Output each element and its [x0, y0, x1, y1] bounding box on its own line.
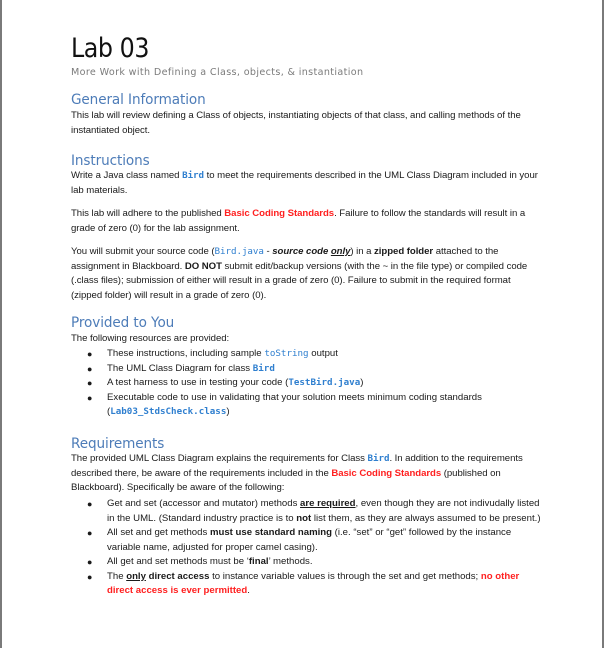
bullet-icon: ● [87, 349, 93, 359]
bullet-icon: ● [87, 392, 93, 403]
text: These instructions, including sample [107, 348, 265, 359]
code-text: Bird [252, 362, 275, 374]
text: You will submit your source code ( [71, 246, 215, 257]
code-filename: Bird.java [214, 246, 264, 257]
text: A test harness to use in testing your co… [107, 377, 289, 388]
coding-standards-link[interactable]: Basic Coding Standards [224, 208, 334, 219]
text: ’ methods. [268, 556, 313, 567]
text: list them, as they are always assumed to… [311, 512, 541, 524]
instructions-paragraph-3: You will submit your source code (Bird.j… [71, 245, 541, 303]
document-subtitle: More Work with Defining a Class, objects… [71, 67, 364, 78]
text: ) [226, 406, 230, 417]
bullet-icon: ● [87, 378, 93, 388]
heading-general-information: General Information [71, 91, 206, 108]
text: Write a Java class named [71, 170, 183, 181]
emphasis: not [296, 512, 312, 524]
list-item: ● These instructions, including sample to… [71, 347, 541, 362]
instructions-paragraph-1: Write a Java class named Bird to meet th… [71, 169, 541, 198]
document-title: Lab 03 [71, 33, 150, 64]
list-item: ● All set and get methods must use standa… [71, 526, 541, 555]
list-item: ● Get and set (accessor and mutator) meth… [71, 497, 541, 526]
text: . [247, 585, 250, 596]
code-text: Lab03_StdsCheck.class [110, 406, 227, 417]
emphasis: zipped folder [374, 246, 434, 257]
bullet-icon: ● [87, 557, 93, 567]
text: - [263, 246, 273, 257]
text: ) in a [350, 246, 375, 257]
emphasis: source code [272, 246, 331, 257]
text: The [107, 570, 127, 582]
list-item: ● The UML Class Diagram for class Bird [71, 362, 541, 377]
provided-list: ● These instructions, including sample to… [71, 347, 541, 420]
emphasis: only [126, 570, 146, 582]
code-class-name: Bird [367, 453, 390, 464]
text: to instance variable values is through t… [209, 570, 481, 582]
document-page: Lab 03 More Work with Defining a Class, … [0, 0, 604, 648]
code-text: TestBird.java [288, 377, 361, 388]
text: All get and set methods must be ‘ [107, 556, 249, 567]
emphasis: only [330, 246, 351, 257]
heading-requirements: Requirements [71, 435, 165, 452]
text: The UML Class Diagram for class [107, 362, 253, 374]
list-item: ● The only direct access to instance vari… [71, 570, 541, 599]
heading-provided-to-you: Provided to You [71, 314, 175, 331]
text: output [308, 348, 338, 359]
emphasis: final [248, 556, 269, 567]
coding-standards-link[interactable]: Basic Coding Standards [331, 468, 441, 479]
emphasis: must use standard naming [209, 527, 333, 538]
bullet-icon: ● [87, 571, 93, 582]
heading-instructions: Instructions [71, 152, 150, 169]
requirements-list: ● Get and set (accessor and mutator) meth… [71, 497, 541, 599]
text: Get and set (accessor and mutator) metho… [107, 498, 301, 509]
bullet-icon: ● [87, 363, 93, 374]
text: ) [360, 377, 364, 388]
code-class-name: Bird [182, 170, 205, 181]
general-information-text: This lab will review defining a Class of… [71, 110, 521, 136]
list-item: ● All get and set methods must be ‘final’… [71, 555, 541, 570]
code-text: toString [264, 348, 309, 359]
instructions-paragraph-2: This lab will adhere to the published Ba… [71, 207, 541, 236]
emphasis: DO NOT [184, 260, 222, 272]
emphasis: direct access [148, 570, 210, 582]
text: The provided UML Class Diagram explains … [71, 453, 368, 464]
list-item: ● Executable code to use in validating th… [71, 391, 541, 420]
text: This lab will adhere to the published [71, 208, 225, 219]
list-item: ● A test harness to use in testing your c… [71, 376, 541, 391]
requirements-intro: The provided UML Class Diagram explains … [71, 452, 541, 496]
bullet-icon: ● [87, 528, 93, 538]
bullet-icon: ● [87, 499, 93, 509]
provided-intro: The following resources are provided: [71, 333, 230, 344]
emphasis: are required [300, 498, 356, 509]
text: All set and get methods [107, 527, 210, 538]
